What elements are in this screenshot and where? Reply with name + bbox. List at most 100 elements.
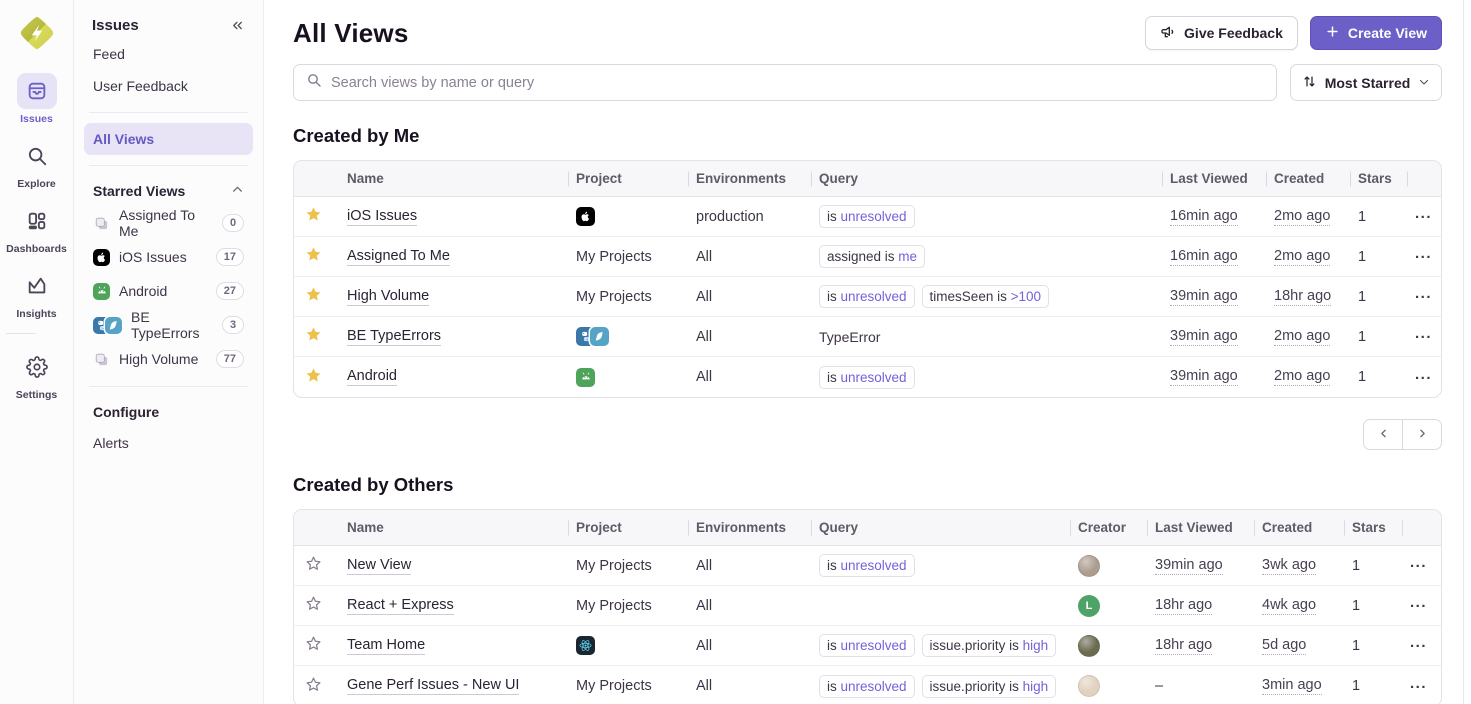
scrollbar-track[interactable]	[1463, 0, 1464, 704]
row-menu-button[interactable]: ...	[1410, 676, 1427, 697]
query-cell: is unresolvedissue.priority is high	[811, 634, 1070, 657]
rail-item-dashboards[interactable]: Dashboards	[6, 203, 67, 255]
view-name-link[interactable]: Team Home	[347, 637, 425, 655]
row-menu-button[interactable]: ...	[1415, 367, 1432, 388]
chevron-up-icon[interactable]	[231, 183, 244, 199]
query-cell: assigned is me	[811, 245, 1162, 268]
section-title: Created by Me	[293, 125, 1442, 147]
creator-cell	[1070, 555, 1147, 577]
rail-item-label: Insights	[16, 308, 56, 320]
creator-cell	[1070, 635, 1147, 657]
star-filled-icon[interactable]	[294, 286, 333, 307]
sidebar-item-be-typeerrors[interactable]: BE TypeErrors 3	[84, 308, 253, 342]
row-menu-button[interactable]: ...	[1410, 555, 1427, 576]
query-cell: TypeError	[811, 329, 1162, 345]
create-view-button[interactable]: Create View	[1310, 16, 1442, 50]
collapse-chevrons-icon[interactable]	[230, 18, 245, 33]
row-menu-button[interactable]: ...	[1410, 635, 1427, 656]
query-text: TypeError	[819, 329, 880, 345]
sidebar-item-label: iOS Issues	[119, 249, 187, 265]
menu-cell: ...	[1402, 595, 1441, 616]
row-menu-button[interactable]: ...	[1410, 595, 1427, 616]
search-views-input[interactable]	[331, 75, 1264, 91]
rail-item-insights[interactable]: Insights	[6, 268, 67, 320]
column-header-environments: Environments	[688, 171, 811, 186]
star-filled-icon[interactable]	[294, 367, 333, 388]
query-chip: is unresolved	[819, 366, 915, 389]
org-logo[interactable]	[17, 13, 57, 53]
rail-item-issues[interactable]: Issues	[6, 73, 67, 125]
menu-cell: ...	[1407, 367, 1441, 388]
creator-cell: L	[1070, 595, 1147, 617]
star-filled-icon[interactable]	[294, 246, 333, 267]
pagination-prev-button[interactable]	[1363, 419, 1403, 450]
give-feedback-button[interactable]: Give Feedback	[1145, 16, 1298, 50]
column-header-stars: Stars	[1350, 171, 1407, 186]
star-outline-icon[interactable]	[294, 676, 333, 697]
column-header-last-viewed: Last Viewed	[1162, 171, 1266, 186]
stars-count-cell: 1	[1350, 329, 1407, 345]
name-cell: Android	[333, 368, 568, 386]
star-filled-icon[interactable]	[294, 326, 333, 347]
section-created-by-me: Created by Me NameProjectEnvironmentsQue…	[293, 125, 1442, 450]
apple-icon	[93, 249, 110, 266]
view-name-link[interactable]: React + Express	[347, 597, 454, 615]
sidebar-item-user-feedback[interactable]: User Feedback	[84, 70, 253, 102]
view-name-link[interactable]: Android	[347, 368, 397, 386]
rail-item-settings[interactable]: Settings	[6, 349, 67, 401]
timestamp: 3wk ago	[1262, 557, 1316, 575]
sidebar-item-label: BE TypeErrors	[131, 309, 213, 341]
sidebar-item-feed[interactable]: Feed	[84, 38, 253, 70]
name-cell: React + Express	[333, 597, 568, 615]
timestamp: 2mo ago	[1274, 368, 1330, 386]
star-outline-icon[interactable]	[294, 555, 333, 576]
rail-item-explore[interactable]: Explore	[6, 138, 67, 190]
sidebar-item-android[interactable]: Android27	[84, 274, 253, 308]
issues-inbox-icon	[17, 73, 57, 109]
starred-views-list: Assigned To Me0iOS Issues17Android27BE T…	[84, 206, 253, 376]
sidebar-item-all-views[interactable]: All Views	[84, 123, 253, 155]
starred-views-header: Starred Views	[93, 183, 185, 199]
view-name-link[interactable]: Gene Perf Issues - New UI	[347, 677, 519, 695]
sidebar-item-alerts[interactable]: Alerts	[84, 427, 253, 459]
android-icon	[576, 368, 595, 387]
menu-cell: ...	[1407, 326, 1441, 347]
table-row: React + ExpressMy ProjectsAllL18hr ago4w…	[294, 586, 1441, 626]
pagination-next-button[interactable]	[1402, 419, 1442, 450]
timestamp: 4wk ago	[1262, 597, 1316, 615]
timestamp: 3min ago	[1262, 677, 1322, 695]
star-outline-icon[interactable]	[294, 595, 333, 616]
row-menu-button[interactable]: ...	[1415, 206, 1432, 227]
view-name-link[interactable]: BE TypeErrors	[347, 328, 441, 346]
environments-cell: All	[688, 329, 811, 345]
view-name-link[interactable]: iOS Issues	[347, 208, 417, 226]
sidebar-item-high-volume[interactable]: High Volume77	[84, 342, 253, 376]
last-viewed-cell: 39min ago	[1162, 368, 1266, 386]
star-filled-icon[interactable]	[294, 206, 333, 227]
star-outline-icon[interactable]	[294, 635, 333, 656]
project-icons	[576, 207, 595, 226]
timestamp: 16min ago	[1170, 248, 1238, 266]
last-viewed-cell: 16min ago	[1162, 248, 1266, 266]
timestamp: 39min ago	[1170, 368, 1238, 386]
view-name-link[interactable]: Assigned To Me	[347, 248, 450, 266]
sidebar-item-ios-issues[interactable]: iOS Issues17	[84, 240, 253, 274]
count-badge: 3	[222, 316, 244, 334]
section-title: Created by Others	[293, 474, 1442, 496]
sidebar-divider	[89, 386, 248, 387]
table-row: New ViewMy ProjectsAllis unresolved39min…	[294, 546, 1441, 586]
apple-icon	[576, 207, 595, 226]
project-icons	[576, 327, 609, 346]
sort-dropdown[interactable]: Most Starred	[1290, 64, 1442, 101]
row-menu-button[interactable]: ...	[1415, 286, 1432, 307]
project-label: My Projects	[576, 289, 652, 305]
name-cell: iOS Issues	[333, 208, 568, 226]
row-menu-button[interactable]: ...	[1415, 246, 1432, 267]
name-cell: Gene Perf Issues - New UI	[333, 677, 568, 695]
view-name-link[interactable]: High Volume	[347, 288, 429, 306]
row-menu-button[interactable]: ...	[1415, 326, 1432, 347]
sidebar-item-assigned-to-me[interactable]: Assigned To Me0	[84, 206, 253, 240]
view-name-link[interactable]: New View	[347, 557, 411, 575]
sidebar-item-label: User Feedback	[93, 78, 188, 94]
column-header-last-viewed: Last Viewed	[1147, 520, 1254, 535]
